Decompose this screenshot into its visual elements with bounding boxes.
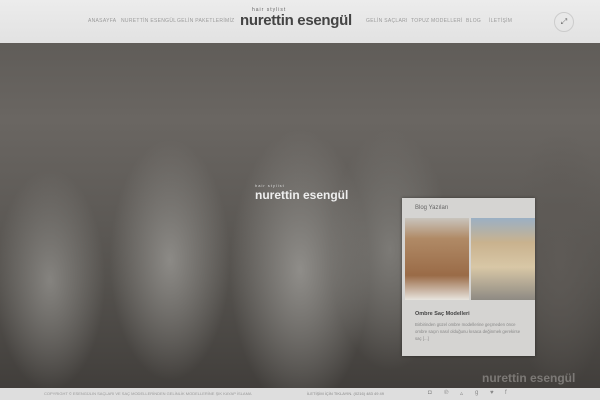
header: ANASAYFA NURETTİN ESENGÜL GELİN PAKETLER… <box>0 0 600 43</box>
nav-iletisim[interactable]: İLETİŞİM <box>489 18 512 24</box>
foursquare-icon[interactable]: ▵ <box>460 390 463 397</box>
center-logo-tagline: hair stylist <box>255 183 285 188</box>
footer: COPYRIGHT © ESENGÜLIN SAÇLARI VE SAÇ MOD… <box>0 388 600 400</box>
expand-icon: ⤢ <box>560 17 568 26</box>
nav-gelin-saclari[interactable]: GELİN SAÇLARI <box>366 18 408 24</box>
facebook-icon[interactable]: f <box>505 390 507 396</box>
center-logo-name: nurettin esengül <box>255 188 349 202</box>
google-plus-icon[interactable]: g <box>475 390 478 396</box>
post-title[interactable]: Ombre Saç Modelleri <box>415 311 470 317</box>
copyright-text: COPYRIGHT © ESENGÜLIN SAÇLARI VE SAÇ MOD… <box>44 391 252 396</box>
nav-nurettin-esengul[interactable]: NURETTİN ESENGÜL <box>121 18 176 24</box>
post-excerpt: Birbirinden güzel ombre modellerine geçm… <box>415 322 521 341</box>
post-image-straight-hair[interactable] <box>405 218 469 300</box>
logo-name: nurettin esengül <box>240 12 352 29</box>
pinterest-icon[interactable]: ℗ <box>444 390 448 396</box>
logo-tagline: hair stylist <box>252 7 287 13</box>
instagram-icon[interactable]: ◘ <box>428 390 432 396</box>
contact-link[interactable]: İLETİŞİM İÇİN TIKLAYIN. (0216) 483 49 49 <box>307 391 384 396</box>
watermark-logo: nurettin esengül <box>482 371 576 385</box>
nav-gelin-paketleri[interactable]: GELİN PAKETLERİMİZ <box>177 18 235 24</box>
fullscreen-button[interactable]: ⤢ <box>554 12 574 32</box>
twitter-icon[interactable]: ♥ <box>490 390 494 396</box>
blog-widget-title: Blog Yazıları <box>415 205 449 211</box>
logo[interactable]: hair stylist nurettin esengül <box>240 7 352 29</box>
nav-blog[interactable]: BLOG <box>466 18 481 24</box>
nav-anasayfa[interactable]: ANASAYFA <box>88 18 116 24</box>
center-logo: hair stylist nurettin esengül <box>255 183 349 202</box>
nav-topuz-modelleri[interactable]: TOPUZ MODELLERİ <box>411 18 463 24</box>
blog-widget: Blog Yazıları Ombre Saç Modelleri Birbir… <box>402 198 535 356</box>
post-image-curly-hair[interactable] <box>471 218 535 300</box>
